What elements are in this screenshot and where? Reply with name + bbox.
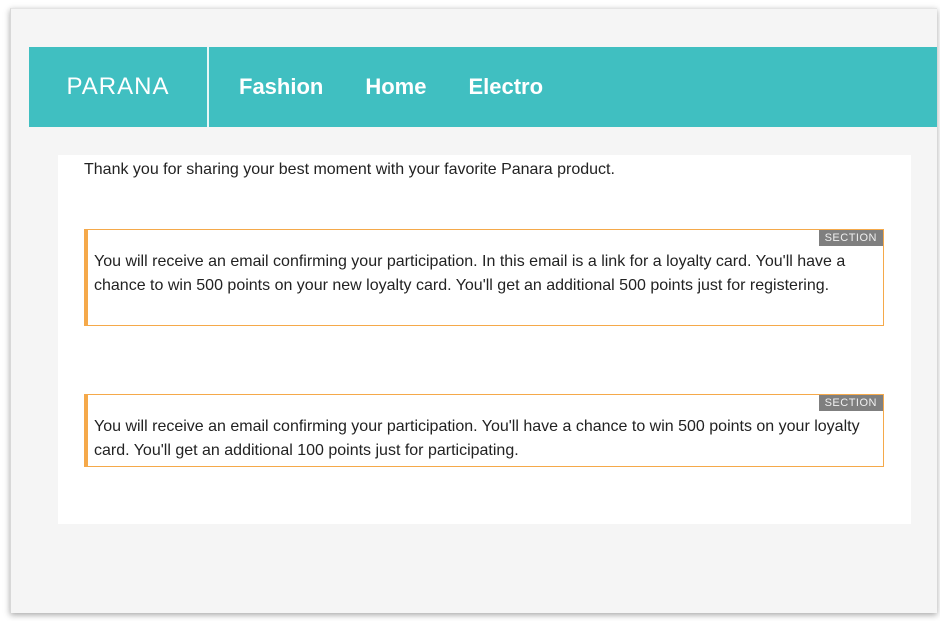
section-block-participation: SECTION You will receive an email confir… [84, 394, 884, 467]
browser-viewport: PARANA Fashion Home Electro Thank you fo… [10, 8, 937, 613]
section-text: You will receive an email confirming you… [94, 418, 860, 459]
section-block-registration: SECTION You will receive an email confir… [84, 229, 884, 326]
nav-link-electro[interactable]: Electro [468, 74, 543, 100]
nav-link-fashion[interactable]: Fashion [239, 74, 323, 100]
nav-link-home[interactable]: Home [365, 74, 426, 100]
top-navbar: PARANA Fashion Home Electro [29, 47, 937, 127]
brand-logo[interactable]: PARANA [29, 47, 209, 127]
nav-links: Fashion Home Electro [209, 74, 585, 100]
content-panel: Thank you for sharing your best moment w… [58, 155, 911, 524]
thank-you-message: Thank you for sharing your best moment w… [84, 161, 615, 178]
section-tag: SECTION [818, 230, 883, 246]
section-text: You will receive an email confirming you… [94, 253, 846, 294]
section-tag: SECTION [818, 395, 883, 411]
